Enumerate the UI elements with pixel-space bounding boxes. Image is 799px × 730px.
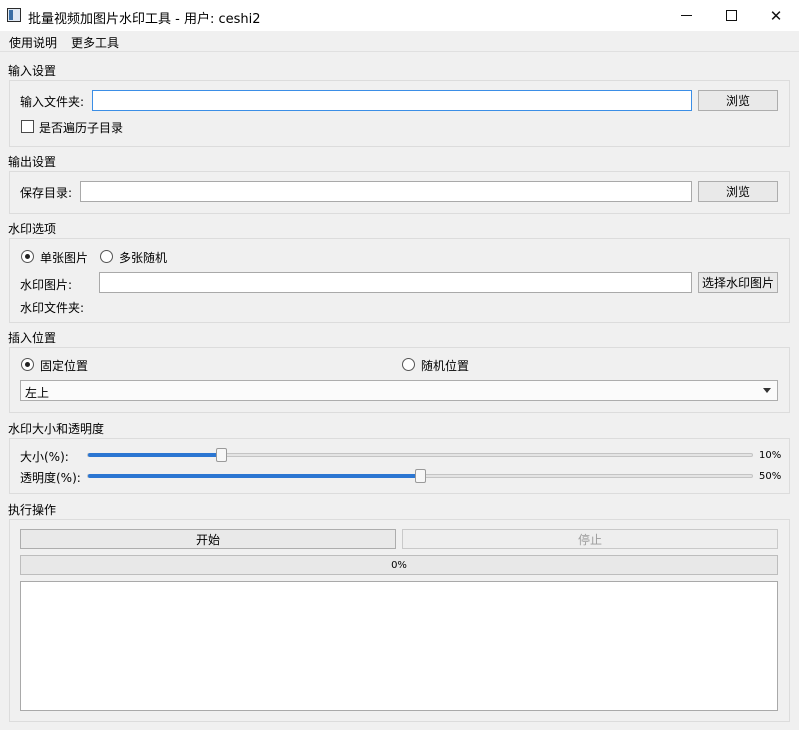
size-value: 10% xyxy=(759,450,782,461)
input-settings-group: 输入文件夹: 浏览 是否遍历子目录 xyxy=(9,80,790,147)
output-dir-field[interactable] xyxy=(80,181,692,202)
insert-position-group: 固定位置 随机位置 左上 xyxy=(9,347,790,413)
opacity-value: 50% xyxy=(759,471,782,482)
progress-bar: 0% xyxy=(20,555,778,575)
input-settings-title: 输入设置 xyxy=(8,64,57,78)
window-title: 批量视频加图片水印工具 - 用户: ceshi2 xyxy=(28,12,261,27)
watermark-folder-label: 水印文件夹: xyxy=(20,301,85,315)
opacity-label: 透明度(%): xyxy=(20,471,81,485)
opacity-slider-fill xyxy=(88,474,420,478)
watermark-image-field[interactable] xyxy=(99,272,692,293)
size-opacity-group: 大小(%): 10% 透明度(%): 50% xyxy=(9,438,790,494)
watermark-options-title: 水印选项 xyxy=(8,222,57,236)
minimize-button[interactable] xyxy=(663,0,709,31)
random-position-radio[interactable] xyxy=(402,358,415,371)
random-position-label: 随机位置 xyxy=(421,359,470,373)
close-button[interactable]: ✕ xyxy=(753,0,799,31)
input-folder-label: 输入文件夹: xyxy=(20,95,85,109)
insert-position-title: 插入位置 xyxy=(8,331,57,345)
size-slider-fill xyxy=(88,453,221,457)
select-watermark-button[interactable]: 选择水印图片 xyxy=(698,272,778,293)
close-icon: ✕ xyxy=(769,6,783,25)
menu-bar: 使用说明 更多工具 xyxy=(0,31,799,52)
opacity-slider-handle[interactable] xyxy=(415,469,426,483)
actions-title: 执行操作 xyxy=(8,503,57,517)
maximize-button[interactable] xyxy=(708,0,754,31)
minimize-icon xyxy=(680,15,692,16)
maximize-icon xyxy=(725,10,737,21)
menu-more-tools[interactable]: 更多工具 xyxy=(71,34,119,51)
input-folder-field[interactable] xyxy=(92,90,692,111)
start-button[interactable]: 开始 xyxy=(20,529,396,549)
app-icon xyxy=(7,8,21,22)
watermark-image-label: 水印图片: xyxy=(20,278,73,292)
position-select-value: 左上 xyxy=(25,386,50,400)
position-select[interactable]: 左上 xyxy=(20,380,778,401)
input-browse-button[interactable]: 浏览 xyxy=(698,90,778,111)
output-browse-button[interactable]: 浏览 xyxy=(698,181,778,202)
size-slider-handle[interactable] xyxy=(216,448,227,462)
size-slider[interactable] xyxy=(87,448,753,462)
output-dir-label: 保存目录: xyxy=(20,186,73,200)
progress-text: 0% xyxy=(391,559,407,571)
watermark-options-group: 单张图片 多张随机 水印图片: 选择水印图片 水印文件夹: xyxy=(9,238,790,323)
single-image-label: 单张图片 xyxy=(40,251,89,265)
chevron-down-icon xyxy=(763,388,771,393)
menu-help[interactable]: 使用说明 xyxy=(9,34,57,51)
actions-group: 开始 停止 0% xyxy=(9,519,790,722)
fixed-position-label: 固定位置 xyxy=(40,359,89,373)
size-label: 大小(%): xyxy=(20,450,69,464)
single-image-radio[interactable] xyxy=(21,250,34,263)
log-area[interactable] xyxy=(20,581,778,711)
output-settings-title: 输出设置 xyxy=(8,155,57,169)
recursive-label: 是否遍历子目录 xyxy=(39,121,124,135)
fixed-position-radio[interactable] xyxy=(21,358,34,371)
stop-button[interactable]: 停止 xyxy=(402,529,778,549)
size-opacity-title: 水印大小和透明度 xyxy=(8,422,105,436)
output-settings-group: 保存目录: 浏览 xyxy=(9,171,790,214)
opacity-slider[interactable] xyxy=(87,469,753,483)
recursive-checkbox[interactable] xyxy=(21,120,34,133)
multi-random-label: 多张随机 xyxy=(119,251,168,265)
multi-random-radio[interactable] xyxy=(100,250,113,263)
title-bar: 批量视频加图片水印工具 - 用户: ceshi2 ✕ xyxy=(0,0,799,31)
